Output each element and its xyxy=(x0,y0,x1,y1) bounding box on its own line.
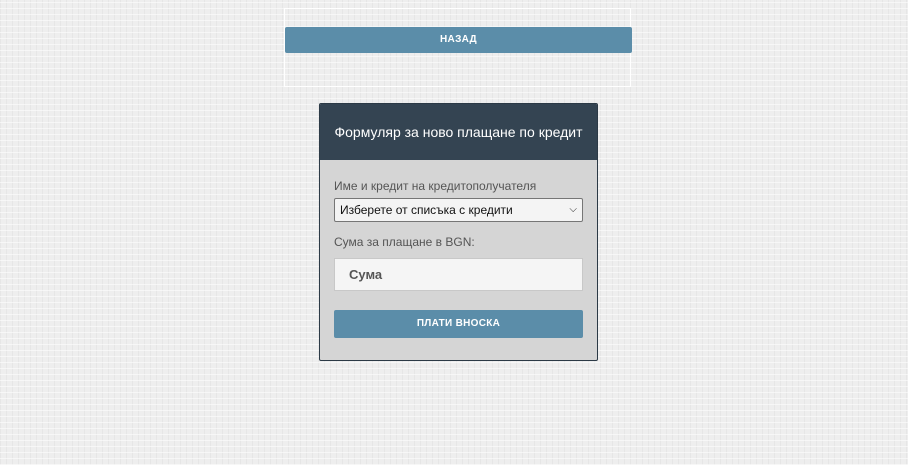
credit-select[interactable]: Изберете от списъка с кредити ⌵ xyxy=(334,198,583,222)
payment-form-panel: Формуляр за ново плащане по кредит Име и… xyxy=(319,103,598,361)
pay-installment-button[interactable]: ПЛАТИ ВНОСКА xyxy=(334,310,583,338)
back-button[interactable]: НАЗАД xyxy=(285,27,632,53)
amount-input[interactable] xyxy=(334,258,583,291)
credit-select-value: Изберете от списъка с кредити xyxy=(340,203,513,217)
form-title: Формуляр за ново плащане по кредит xyxy=(320,104,597,160)
chevron-down-icon: ⌵ xyxy=(569,204,577,215)
back-container: НАЗАД xyxy=(284,8,632,87)
amount-label: Сума за плащане в BGN: xyxy=(334,235,475,249)
credit-select-label: Име и кредит на кредитополучателя xyxy=(334,179,537,193)
